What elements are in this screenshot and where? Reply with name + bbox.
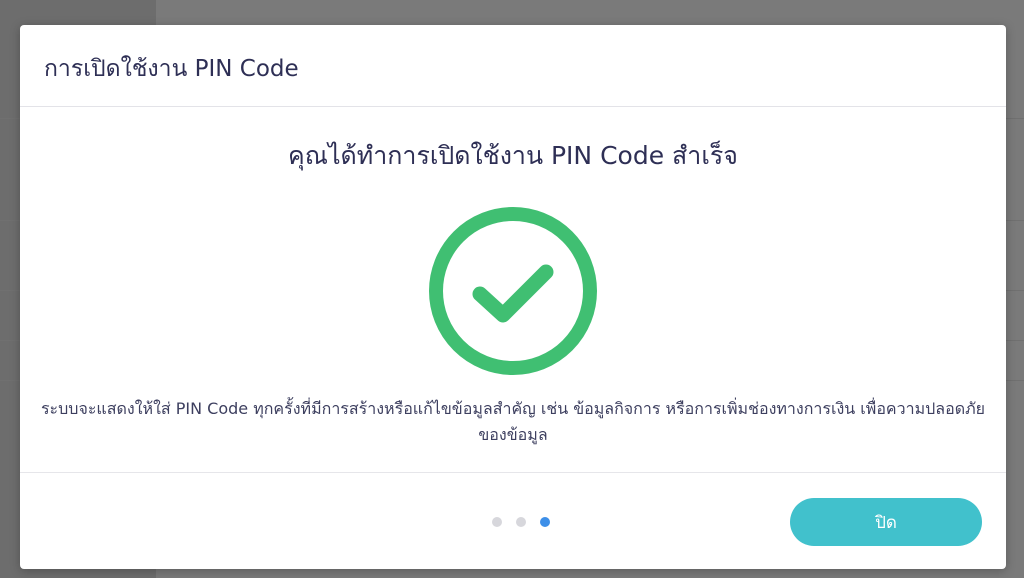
step-indicator [492, 517, 550, 527]
description-text: ระบบจะแสดงให้ใส่ PIN Code ทุกครั้งที่มีก… [40, 399, 986, 444]
step-dot [492, 517, 502, 527]
check-circle-icon [429, 207, 597, 375]
footer-divider [20, 472, 1006, 473]
step-dot [516, 517, 526, 527]
close-button[interactable]: ปิด [790, 498, 982, 546]
modal-title: การเปิดใช้งาน PIN Code [44, 56, 299, 82]
step-dot-active [540, 517, 550, 527]
modal-header: การเปิดใช้งาน PIN Code [20, 25, 1006, 107]
pin-code-modal: การเปิดใช้งาน PIN Code คุณได้ทำการเปิดใช… [20, 25, 1006, 569]
success-heading: คุณได้ทำการเปิดใช้งาน PIN Code สำเร็จ [288, 141, 738, 170]
